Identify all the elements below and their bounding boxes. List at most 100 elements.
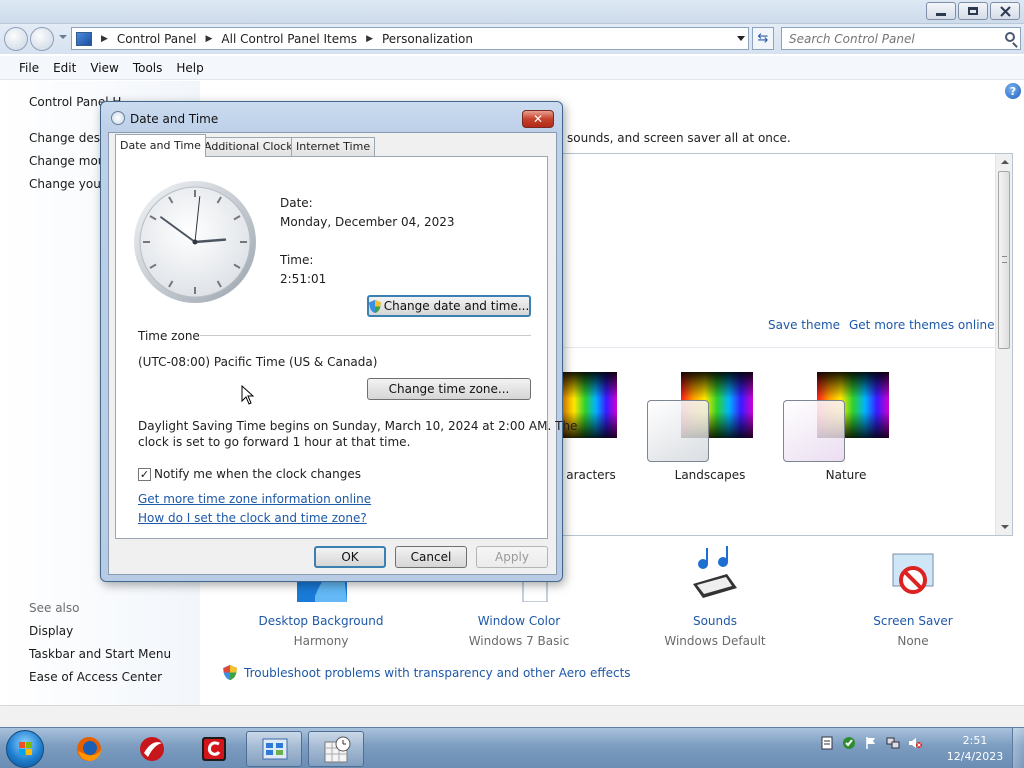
theme-nature[interactable]: Nature (783, 372, 903, 492)
theme-label: Nature (825, 468, 867, 482)
troubleshoot-aero-link[interactable]: Troubleshoot problems with transparency … (222, 664, 631, 681)
setting-value: Windows 7 Basic (468, 634, 570, 648)
notify-checkbox[interactable]: ✓ (138, 468, 151, 481)
document-icon[interactable] (820, 736, 834, 750)
setting-value: Windows Default (664, 634, 766, 648)
control-panel-icon (76, 31, 92, 46)
time-zone-info-link[interactable]: Get more time zone information online (138, 492, 371, 506)
get-more-themes-link[interactable]: Get more themes online (849, 318, 995, 332)
time-value: 2:51:01 (280, 272, 327, 286)
notify-label[interactable]: Notify me when the clock changes (154, 467, 361, 481)
security-center-icon[interactable] (842, 736, 856, 750)
maximize-button[interactable] (958, 2, 988, 20)
breadcrumb-separator-icon[interactable]: ▶ (366, 34, 373, 44)
tab-panel-date-and-time: Date: Monday, December 04, 2023 Time: 2:… (115, 156, 577, 539)
search-icon[interactable] (1005, 32, 1015, 42)
menu-help[interactable]: Help (169, 61, 210, 75)
scroll-up-icon[interactable] (1001, 160, 1009, 164)
breadcrumb-separator-icon[interactable]: ▶ (206, 34, 213, 44)
theme-glass-swatch (783, 400, 845, 462)
search-box[interactable] (781, 27, 1021, 50)
scroll-down-icon[interactable] (1001, 525, 1009, 529)
setting-name: Desktop Background (258, 614, 384, 628)
breadcrumb-personalization[interactable]: Personalization (382, 32, 473, 46)
taskbar-date-time[interactable] (308, 731, 364, 767)
menu-file[interactable]: File (12, 61, 46, 75)
scrollbar-thumb[interactable] (998, 171, 1010, 349)
time-zone-heading: Time zone (138, 329, 200, 343)
app-icon (140, 737, 164, 761)
uac-shield-icon (368, 299, 381, 313)
tab-date-and-time[interactable]: Date and Time (115, 134, 206, 157)
refresh-icon: ⇆ (757, 31, 769, 46)
action-center-flag-icon[interactable] (864, 736, 878, 750)
troubleshoot-label: Troubleshoot problems with transparency … (244, 665, 631, 680)
save-theme-link[interactable]: Save theme (768, 318, 840, 332)
menu-view[interactable]: View (83, 61, 125, 75)
setting-name: Sounds (692, 614, 738, 628)
time-zone-value: (UTC-08:00) Pacific Time (US & Canada) (138, 355, 378, 369)
app-icon-2 (202, 737, 226, 761)
forward-button[interactable] (30, 27, 54, 51)
menu-edit[interactable]: Edit (46, 61, 83, 75)
taskbar-time[interactable]: 2:51 (950, 734, 1000, 747)
ok-button[interactable]: OK (314, 546, 386, 568)
taskbar: 2:51 12/4/2023 (0, 727, 1024, 768)
minimize-button[interactable] (926, 2, 956, 20)
tab-additional-clocks[interactable]: Additional Clocks (199, 137, 304, 156)
address-bar[interactable]: ▶ Control Panel ▶ All Control Panel Item… (71, 27, 749, 50)
taskbar-app[interactable] (124, 731, 180, 767)
firefox-icon (77, 737, 101, 761)
refresh-button[interactable]: ⇆ (752, 27, 774, 50)
taskbar-firefox[interactable] (61, 731, 117, 767)
nav-change-account-picture[interactable]: Change your (29, 177, 106, 191)
date-time-dialog: Date and Time ✕ Date and Time Additional… (100, 101, 577, 582)
menu-bar: File Edit View Tools Help (0, 56, 1024, 80)
tab-internet-time[interactable]: Internet Time (291, 137, 376, 156)
change-time-zone-button[interactable]: Change time zone... (367, 378, 531, 400)
see-also-ease-of-access[interactable]: Ease of Access Center (29, 670, 162, 684)
close-window-button[interactable] (990, 2, 1020, 20)
themes-list[interactable]: Save theme Get more themes online aracte… (553, 153, 1013, 536)
screen-saver-icon (877, 540, 949, 600)
address-dropdown-icon[interactable] (737, 36, 745, 41)
time-label: Time: (280, 253, 314, 267)
back-button[interactable] (4, 27, 28, 51)
themes-scrollbar[interactable] (995, 154, 1012, 535)
breadcrumb-all-items[interactable]: All Control Panel Items (221, 32, 357, 46)
show-desktop-button[interactable] (1012, 728, 1024, 768)
menu-tools[interactable]: Tools (126, 61, 170, 75)
search-input[interactable] (782, 28, 992, 49)
date-label: Date: (280, 196, 313, 210)
sounds-setting[interactable]: Sounds Windows Default (635, 540, 795, 648)
see-also-heading: See also (29, 601, 80, 615)
theme-glass-swatch (647, 400, 709, 462)
taskbar-app-2[interactable] (186, 731, 242, 767)
change-date-time-button[interactable]: Change date and time... (367, 295, 531, 317)
taskbar-control-panel[interactable] (246, 731, 302, 767)
dialog-body: Date and Time Additional Clocks Internet… (108, 132, 577, 575)
theme-landscapes[interactable]: Landscapes (647, 372, 767, 492)
apply-button[interactable]: Apply (476, 546, 548, 568)
control-panel-icon (262, 738, 288, 760)
help-icon[interactable]: ? (1005, 83, 1021, 99)
screen-saver-setting[interactable]: Screen Saver None (833, 540, 993, 648)
cancel-button[interactable]: Cancel (395, 546, 467, 568)
setting-name: Screen Saver (873, 614, 953, 628)
see-also-taskbar[interactable]: Taskbar and Start Menu (29, 647, 171, 661)
start-button[interactable] (6, 730, 44, 768)
see-also-display[interactable]: Display (29, 624, 73, 638)
volume-muted-icon[interactable] (908, 736, 922, 750)
recent-pages-dropdown-icon[interactable] (59, 35, 67, 39)
breadcrumb-control-panel[interactable]: Control Panel (117, 32, 197, 46)
how-set-clock-link[interactable]: How do I set the clock and time zone? (138, 511, 367, 525)
network-icon[interactable] (886, 736, 900, 750)
breadcrumb-separator-icon[interactable]: ▶ (101, 34, 108, 44)
taskbar-date[interactable]: 12/4/2023 (944, 750, 1006, 763)
status-bar (0, 705, 1024, 727)
dialog-close-button[interactable]: ✕ (522, 110, 554, 128)
date-value: Monday, December 04, 2023 (280, 215, 455, 229)
windows-logo-icon (19, 742, 32, 755)
dst-info-line-1: Daylight Saving Time begins on Sunday, M… (138, 419, 578, 433)
maximize-icon (968, 7, 978, 15)
